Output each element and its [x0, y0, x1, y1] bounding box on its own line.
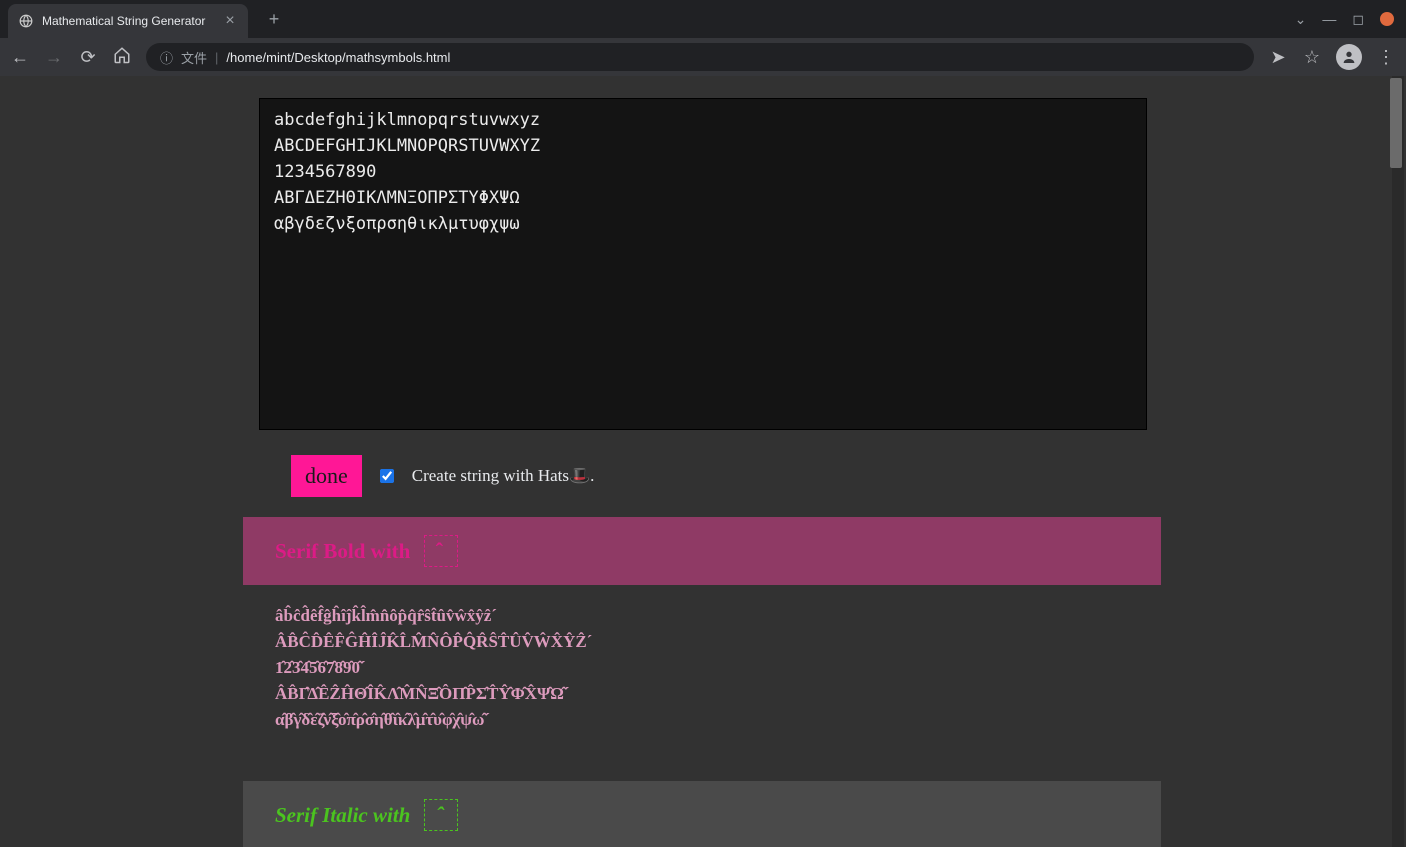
page-content: done Create string with Hats🎩. Serif Bol…	[243, 76, 1163, 847]
serif-italic-section: Serif Italic with ̂	[243, 781, 1161, 847]
hat-badge-bold: ̂	[424, 535, 458, 567]
chevron-down-icon[interactable]: ⌄	[1295, 11, 1307, 28]
hats-checkbox[interactable]	[380, 469, 394, 483]
done-button[interactable]: done	[291, 455, 362, 497]
controls-row: done Create string with Hats🎩.	[243, 435, 1163, 517]
serif-bold-output: âb̂ĉd̂êf̂ĝĥîĵk̂l̂m̂n̂ôp̂q̂r̂ŝt̂ûv̂ŵx̂ŷẑˊ…	[243, 585, 1161, 761]
window-close-icon[interactable]	[1380, 12, 1394, 26]
bookmark-icon[interactable]: ☆	[1302, 47, 1322, 68]
avatar[interactable]	[1336, 44, 1362, 70]
serif-bold-section: Serif Bold with ̂ âb̂ĉd̂êf̂ĝĥîĵk̂l̂m̂n̂ô…	[243, 517, 1161, 761]
hats-label: Create string with Hats🎩.	[412, 466, 595, 486]
toolbar: ← → ⟳ ⓘ 文件 | /home/mint/Desktop/mathsymb…	[0, 38, 1406, 76]
address-bar[interactable]: ⓘ 文件 | /home/mint/Desktop/mathsymbols.ht…	[146, 43, 1254, 71]
address-file-label: 文件	[181, 48, 207, 67]
minimize-icon[interactable]: —	[1322, 11, 1336, 27]
back-button[interactable]: ←	[10, 47, 30, 68]
serif-italic-header: Serif Italic with ̂	[243, 781, 1161, 847]
tab-title: Mathematical String Generator	[42, 14, 214, 28]
close-tab-icon[interactable]: ×	[222, 12, 238, 30]
serif-bold-header: Serif Bold with ̂	[243, 517, 1161, 585]
scrollbar-thumb[interactable]	[1390, 78, 1402, 168]
hat-badge-italic: ̂	[424, 799, 458, 831]
serif-italic-title: Serif Italic with	[275, 803, 410, 828]
address-path: /home/mint/Desktop/mathsymbols.html	[226, 50, 450, 65]
maximize-icon[interactable]: ◻	[1352, 11, 1364, 28]
info-icon[interactable]: ⓘ	[160, 48, 173, 67]
tab-bar: Mathematical String Generator × + ⌄ — ◻	[0, 0, 1406, 38]
window-controls: ⌄ — ◻	[1295, 11, 1406, 28]
serif-bold-title: Serif Bold with	[275, 539, 410, 564]
globe-icon	[18, 13, 34, 29]
reload-button[interactable]: ⟳	[78, 47, 98, 68]
scrollbar-track[interactable]	[1392, 76, 1404, 847]
address-separator: |	[215, 50, 218, 65]
forward-button[interactable]: →	[44, 47, 64, 68]
new-tab-button[interactable]: +	[260, 5, 288, 33]
browser-tab[interactable]: Mathematical String Generator ×	[8, 4, 248, 38]
page-viewport: done Create string with Hats🎩. Serif Bol…	[0, 76, 1406, 847]
send-icon[interactable]: ➤	[1268, 47, 1288, 68]
home-button[interactable]	[112, 46, 132, 69]
menu-icon[interactable]: ⋮	[1376, 47, 1396, 68]
input-textarea[interactable]	[259, 98, 1147, 430]
